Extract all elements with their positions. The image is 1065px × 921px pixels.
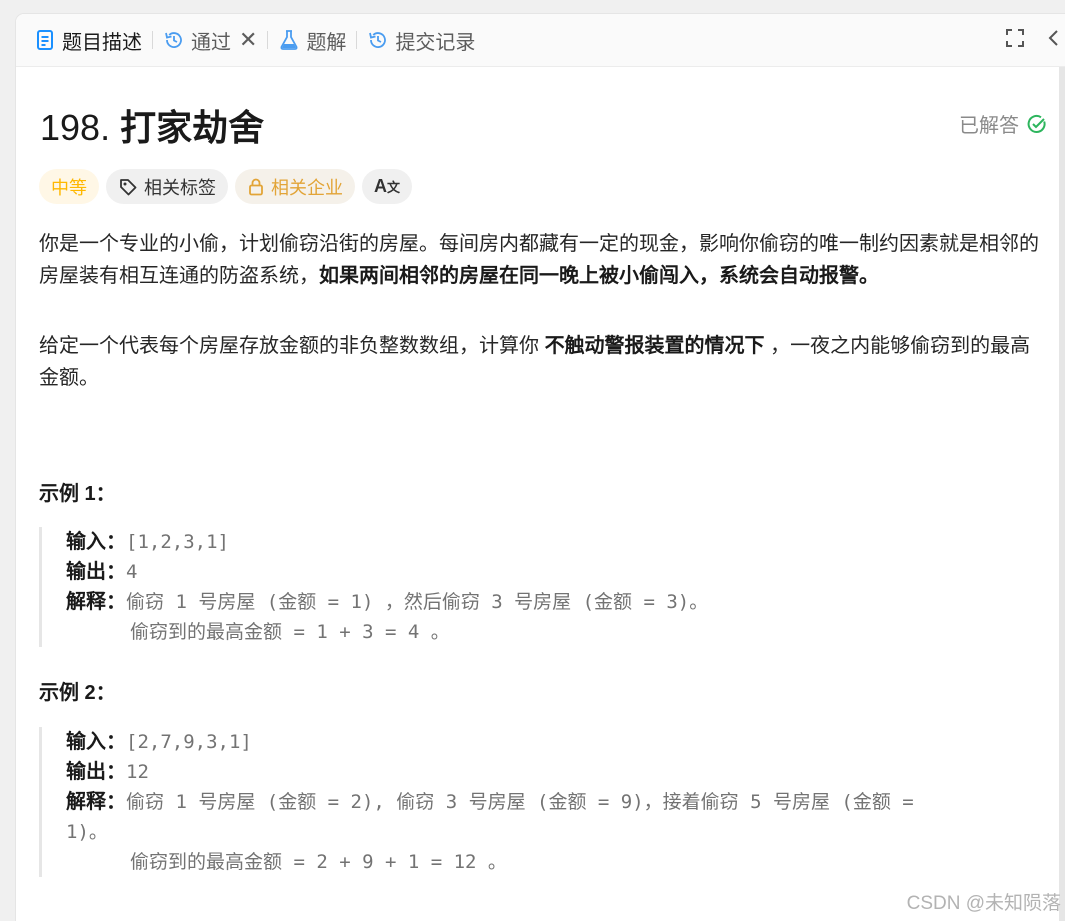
para2-start: 给定一个代表每个房屋存放金额的非负整数数组，计算你 bbox=[39, 335, 545, 357]
explain-line-2: 偷窃到的最高金额 = 2 + 9 + 1 = 12 。 bbox=[130, 851, 507, 873]
difficulty-label: 中等 bbox=[51, 177, 87, 198]
doc-icon bbox=[34, 29, 56, 51]
panel-controls bbox=[1005, 14, 1065, 66]
input-value: [2,7,9,3,1] bbox=[126, 731, 252, 753]
problem-name: 打家劫舍 bbox=[120, 107, 265, 148]
example-row: 解释：偷窃 1 号房屋 (金额 = 2), 偷窃 3 号房屋 (金额 = 9)，… bbox=[66, 787, 914, 817]
tab-submissions[interactable]: 提交记录 bbox=[367, 14, 475, 66]
lock-icon bbox=[247, 177, 265, 197]
explain-value: 偷窃 1 号房屋 (金额 = 1) ，然后偷窃 3 号房屋 (金额 = 3)。 bbox=[126, 591, 709, 613]
difficulty-badge: 中等 bbox=[39, 169, 99, 204]
output-label: 输出： bbox=[66, 561, 126, 583]
problem-number: 198. bbox=[40, 107, 111, 148]
para1-bold: 如果两间相邻的房屋在同一晚上被小偷闯入，系统会自动报警 bbox=[319, 265, 859, 287]
solved-label: 已解答 bbox=[959, 115, 1019, 137]
solved-status: 已解答 bbox=[959, 109, 1047, 138]
tab-solution[interactable]: 题解 bbox=[278, 14, 346, 66]
para1-end: 。 bbox=[859, 265, 879, 287]
scrollbar[interactable] bbox=[1059, 67, 1065, 921]
input-value: [1,2,3,1] bbox=[126, 531, 229, 553]
related-tags-button[interactable]: 相关标签 bbox=[106, 169, 228, 204]
translate-icon: A文 bbox=[374, 176, 401, 196]
example-1-heading: 示例 1： bbox=[39, 483, 116, 505]
tag-row: 中等 相关标签 相关企业 A文 bbox=[39, 169, 413, 204]
tag-icon bbox=[118, 177, 138, 197]
related-tags-label: 相关标签 bbox=[144, 177, 216, 198]
check-circle-icon bbox=[1027, 114, 1047, 134]
close-icon[interactable]: ✕ bbox=[239, 29, 257, 51]
example-2-heading: 示例 2： bbox=[39, 682, 116, 704]
explain-value: 偷窃 1 号房屋 (金额 = 2), 偷窃 3 号房屋 (金额 = 9)，接着偷… bbox=[126, 791, 914, 813]
history-icon bbox=[163, 29, 185, 51]
watermark: CSDN @未知陨落 bbox=[906, 893, 1061, 914]
expand-icon[interactable] bbox=[1005, 28, 1025, 53]
tab-solution-label: 题解 bbox=[306, 31, 347, 54]
example-row: 1)。 bbox=[66, 817, 914, 847]
output-value: 4 bbox=[126, 561, 138, 583]
explain-wrap: 1)。 bbox=[66, 821, 108, 843]
example-1-box: 输入：[1,2,3,1] 输出：4 解释：偷窃 1 号房屋 (金额 = 1) ，… bbox=[39, 527, 708, 647]
tab-passed[interactable]: 通过 ✕ bbox=[163, 14, 257, 66]
problem-content: 198. 打家劫舍 已解答 中等 相关标签 相关企业 A文 你是一个专业的小偷，… bbox=[16, 67, 1065, 921]
output-value: 12 bbox=[126, 761, 149, 783]
input-label: 输入： bbox=[66, 731, 126, 753]
chevron-left-icon[interactable] bbox=[1047, 28, 1061, 53]
tab-description[interactable]: 题目描述 bbox=[34, 14, 142, 66]
example-row: 输入：[1,2,3,1] bbox=[66, 527, 708, 557]
example-row: 输出：4 bbox=[66, 557, 708, 587]
tab-divider bbox=[356, 31, 358, 49]
problem-panel: 题目描述 通过 ✕ 题解 提交记录 198. 打家劫舍 已解答 中等 相关标签 … bbox=[16, 14, 1065, 921]
related-companies-button[interactable]: 相关企业 bbox=[235, 169, 355, 204]
description-paragraph-2: 给定一个代表每个房屋存放金额的非负整数数组，计算你 不触动警报装置的情况下 ，一… bbox=[39, 330, 1039, 394]
example-row: 输出：12 bbox=[66, 757, 914, 787]
explain-label: 解释： bbox=[66, 591, 126, 613]
input-label: 输入： bbox=[66, 531, 126, 553]
tab-passed-label: 通过 bbox=[191, 31, 231, 54]
tab-divider bbox=[152, 31, 153, 49]
related-companies-label: 相关企业 bbox=[271, 177, 343, 198]
example-row: 偷窃到的最高金额 = 1 + 3 = 4 。 bbox=[66, 617, 708, 647]
history-icon bbox=[367, 29, 389, 51]
tab-divider bbox=[267, 31, 269, 49]
tab-submissions-label: 提交记录 bbox=[395, 31, 476, 54]
explain-line-2: 偷窃到的最高金额 = 1 + 3 = 4 。 bbox=[130, 621, 450, 643]
example-row: 偷窃到的最高金额 = 2 + 9 + 1 = 12 。 bbox=[66, 847, 914, 877]
tab-bar: 题目描述 通过 ✕ 题解 提交记录 bbox=[16, 14, 1065, 67]
example-row: 解释：偷窃 1 号房屋 (金额 = 1) ，然后偷窃 3 号房屋 (金额 = 3… bbox=[66, 587, 708, 617]
flask-icon bbox=[278, 29, 300, 51]
page-title: 198. 打家劫舍 bbox=[40, 99, 264, 151]
output-label: 输出： bbox=[66, 761, 126, 783]
description-paragraph-1: 你是一个专业的小偷，计划偷窃沿街的房屋。每间房内都藏有一定的现金，影响你偷窃的唯… bbox=[39, 228, 1039, 292]
example-2-box: 输入：[2,7,9,3,1] 输出：12 解释：偷窃 1 号房屋 (金额 = 2… bbox=[39, 727, 914, 877]
tab-description-label: 题目描述 bbox=[62, 31, 142, 54]
translate-button[interactable]: A文 bbox=[362, 169, 413, 204]
explain-label: 解释： bbox=[66, 791, 126, 813]
example-row: 输入：[2,7,9,3,1] bbox=[66, 727, 914, 757]
para2-bold: 不触动警报装置的情况下 bbox=[544, 335, 765, 357]
